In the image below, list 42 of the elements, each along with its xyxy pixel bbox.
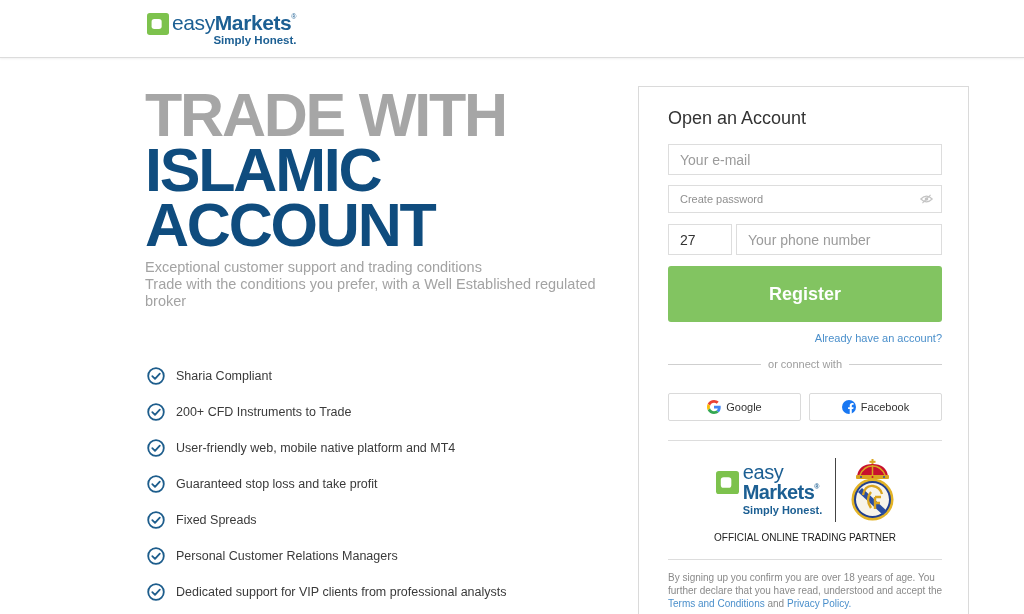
feature-text: Sharia Compliant — [176, 369, 272, 383]
facebook-button[interactable]: Facebook — [809, 393, 942, 421]
headline-text: ACCOUNT — [145, 198, 435, 253]
check-circle-icon — [147, 367, 165, 385]
legal-link[interactable]: Privacy Policy. — [786, 598, 852, 609]
check-circle-icon — [147, 403, 165, 421]
partner-tagline: Simply Honest. — [742, 503, 823, 517]
feature-text: User-friendly web, mobile native platform and MT4 — [176, 441, 456, 455]
feature-text: Dedicated support for VIP clients from professional analysts — [176, 585, 507, 599]
google-icon — [707, 400, 722, 414]
divider-label: or connect with — [768, 357, 842, 371]
check-circle-icon — [147, 475, 165, 493]
check-circle-icon — [147, 547, 165, 565]
logo-icon — [715, 471, 739, 494]
subtitle-text: Exceptional customer support and trading conditions — [145, 259, 483, 276]
feature-text: 200+ CFD Instruments to Trade — [176, 405, 352, 419]
headline-text: TRADE WITH — [145, 88, 506, 143]
legal-link[interactable]: Terms and Conditions — [668, 598, 765, 609]
partner-caption: OFFICIAL ONLINE TRADING PARTNER — [713, 531, 897, 544]
legal-text: By signing up you confirm you are over 18 years of age. You further declare that you have read, understood and accept the Terms and Conditions and Privacy Policy. — [668, 571, 944, 610]
google-button[interactable]: Google — [668, 393, 801, 421]
check-circle-icon — [147, 439, 165, 457]
card-title: Open an Account — [668, 107, 808, 129]
logo-icon — [147, 13, 169, 35]
feature-text: Fixed Spreads — [176, 513, 257, 527]
facebook-icon — [841, 400, 856, 414]
check-circle-icon — [147, 583, 165, 601]
feature-text: Personal Customer Relations Managers — [176, 549, 398, 563]
login-link[interactable]: Already have an account? — [814, 331, 942, 345]
register-button[interactable]: Register — [668, 266, 942, 322]
headline-text: ISLAMIC — [145, 143, 381, 198]
logo-tagline: Simply Honest. — [213, 34, 297, 47]
password-field[interactable]: Create password — [668, 185, 942, 213]
subtitle-text: Trade with the conditions you prefer, with a Well Established regulated broker — [145, 276, 597, 310]
check-circle-icon — [147, 511, 165, 529]
email-field[interactable]: Your e-mail — [668, 144, 942, 175]
partner-wordmark: Markets$^{®}$ — [742, 482, 820, 503]
phone-field[interactable]: Your phone number — [736, 224, 942, 255]
eye-slash-icon[interactable] — [920, 194, 933, 204]
feature-text: Guaranteed stop loss and take profit — [176, 477, 378, 491]
country-code-field[interactable]: 27 — [668, 224, 732, 255]
logo-wordmark: easyMarkets$^{®}$ — [172, 12, 297, 34]
